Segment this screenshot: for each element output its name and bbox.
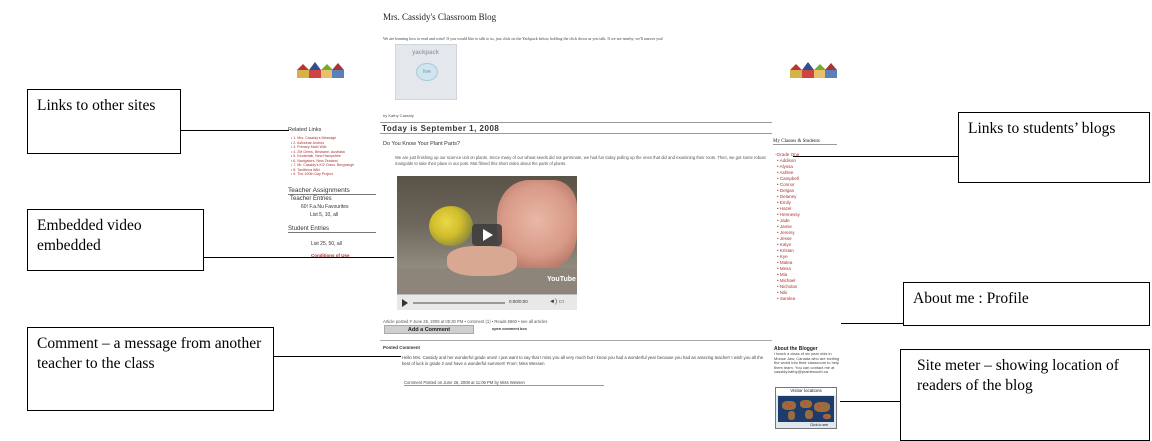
- blog-intro: We are learning how to read and write! I…: [383, 36, 664, 41]
- play-icon: [483, 229, 493, 241]
- student-blog-links: • Addison • Alyssa • Ashlee • Campbell • Con…: [777, 158, 800, 302]
- related-link[interactable]: • 7. Mr. Cassidy's K/2 Class, Bergvaugh: [291, 163, 354, 168]
- leader-line: [274, 356, 401, 357]
- teacher-assignments-header: Teacher Assignments: [288, 187, 376, 195]
- leader-line: [793, 156, 958, 157]
- leader-line: [840, 401, 900, 402]
- yackpack-label: yackpack: [412, 50, 440, 56]
- post-title[interactable]: Do You Know Your Plant Parts?: [383, 141, 460, 147]
- callout-embedded-video: Embedded video embedded: [27, 209, 204, 271]
- related-links-list: • 1. Mrs. Cassidy's Message • 2. Ashwina…: [291, 136, 354, 177]
- teacher-favourites-link[interactable]: 60! F.a.Nu Favourites: [301, 204, 349, 210]
- plant-image: [429, 206, 473, 246]
- student-list-links[interactable]: List 25, 50, all: [311, 241, 342, 247]
- video-progress-bar[interactable]: [413, 302, 505, 304]
- leader-line: [204, 257, 394, 258]
- video-time: 0:00/0:00: [509, 299, 528, 304]
- student-blog-link[interactable]: • Samlea: [777, 296, 800, 302]
- youtube-logo: YouTube: [547, 276, 576, 283]
- teacher-list-links[interactable]: List 5, 10, all: [310, 212, 338, 218]
- classes-header: My Classes & Students: [773, 139, 837, 145]
- blog-screenshot: Mrs. Cassidy's Classroom Blog We are lea…: [280, 0, 850, 441]
- houses-decoration-right: [790, 60, 837, 78]
- volume-fullscreen-icons[interactable]: ◄) ▭: [549, 298, 564, 305]
- open-comment-box-link[interactable]: open comment box: [492, 327, 527, 331]
- about-blogger-text: I teach a class of six year olds in Moos…: [774, 351, 840, 375]
- divider: [380, 340, 772, 341]
- visitor-locations-label: Visitor locations: [776, 388, 836, 395]
- related-link[interactable]: • 9. The 100th Day Project: [291, 172, 354, 177]
- teacher-entries-header: Teacher Entries: [290, 196, 332, 202]
- callout-about-me: About me : Profile: [903, 282, 1150, 326]
- callout-links-other-sites: Links to other sites: [27, 89, 181, 154]
- play-button[interactable]: [472, 224, 502, 246]
- yackpack-widget[interactable]: yackpack live: [395, 44, 457, 100]
- date-header: Today is September 1, 2008: [380, 122, 772, 134]
- video-controls: 0:00/0:00 ◄) ▭: [397, 294, 577, 310]
- embedded-video[interactable]: YouTube 0:00/0:00 ◄) ▭: [397, 176, 577, 310]
- byline: by Kathy Cassidy: [383, 113, 414, 118]
- post-body: We are just finishing up our science uni…: [395, 155, 766, 166]
- world-map-icon: [778, 396, 834, 422]
- video-frame: YouTube: [397, 176, 577, 294]
- click-to-see-link[interactable]: Click to see: [810, 423, 828, 427]
- posted-comment-header: Posted Comment: [383, 345, 421, 350]
- speech-bubble-icon: live: [416, 63, 438, 81]
- article-meta: Article posted # June 25, 2008 at 05:30 …: [383, 319, 548, 324]
- comment-footer: Comment Posted on June 26, 2008 at 11:06…: [404, 380, 604, 386]
- student-entries-header: Student Entries: [288, 226, 376, 233]
- add-comment-button[interactable]: Add a Comment: [384, 325, 474, 334]
- blog-title: Mrs. Cassidy's Classroom Blog: [383, 12, 497, 22]
- comment-body: Hello Mrs. Cassidy and her wonderful gra…: [402, 355, 764, 366]
- callout-students-blogs: Links to students’ blogs: [958, 112, 1150, 183]
- site-meter-widget[interactable]: Visitor locations Click to see: [775, 387, 837, 429]
- play-icon[interactable]: [402, 299, 408, 307]
- callout-site-meter: Site meter – showing location of readers…: [900, 349, 1150, 441]
- leader-line: [181, 130, 289, 131]
- related-links-header: Related Links: [288, 127, 322, 133]
- leader-line: [841, 323, 903, 324]
- houses-decoration-left: [297, 60, 344, 78]
- callout-comment: Comment – a message from another teacher…: [27, 327, 274, 411]
